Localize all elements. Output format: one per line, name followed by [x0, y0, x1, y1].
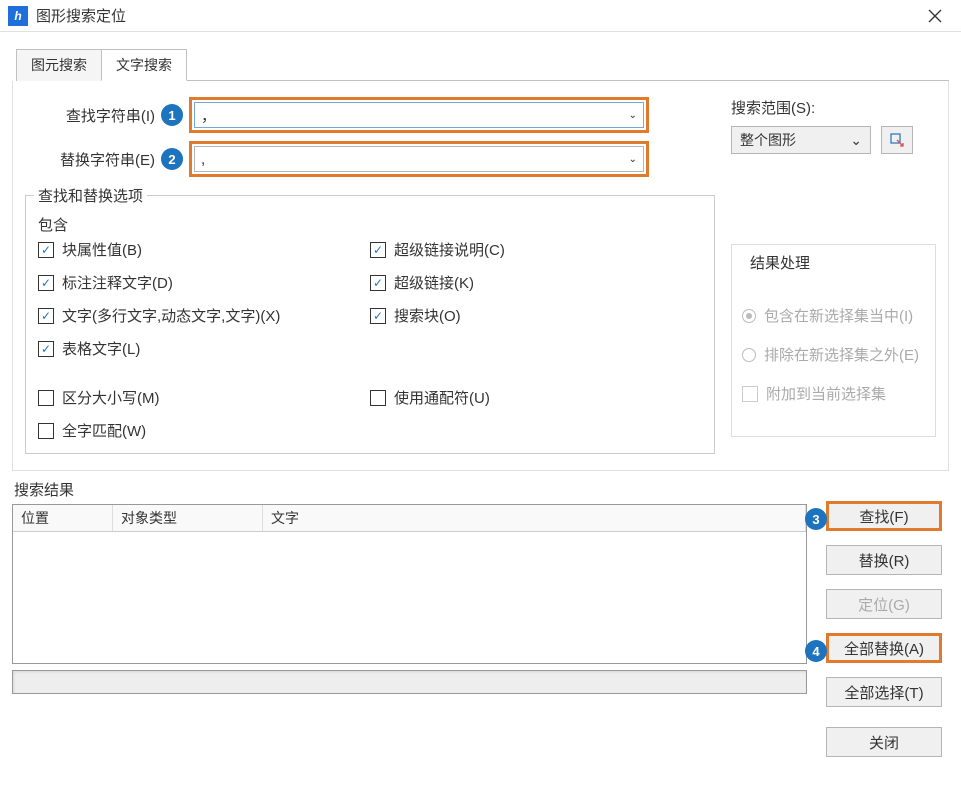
search-scope-select[interactable]: 整个图形 ⌄ — [731, 126, 871, 154]
search-scope-label: 搜索范围(S): — [731, 97, 936, 118]
results-table-header: 位置 对象类型 文字 — [13, 505, 806, 532]
find-string-highlight: ， ⌄ — [189, 97, 649, 133]
pick-objects-button[interactable] — [881, 126, 913, 154]
check-icon — [38, 390, 54, 406]
replace-string-value: , — [201, 151, 205, 168]
check-icon — [38, 308, 54, 324]
chevron-down-icon: ⌄ — [629, 110, 637, 121]
checkbox-hyperlink-desc[interactable]: 超级链接说明(C) — [370, 239, 702, 260]
checkbox-text-types[interactable]: 文字(多行文字,动态文字,文字)(X) — [38, 305, 370, 326]
search-scope-value: 整个图形 — [740, 130, 796, 150]
radio-exclude-new-set: 排除在新选择集之外(E) — [742, 344, 925, 365]
find-string-value: ， — [201, 105, 216, 126]
col-text[interactable]: 文字 — [263, 505, 806, 531]
result-processing-group: 结果处理 包含在新选择集当中(I) 排除在新选择集之外(E) 附加到当前选择集 — [731, 244, 936, 437]
checkbox-search-block[interactable]: 搜索块(O) — [370, 305, 702, 326]
checkbox-append-current-set: 附加到当前选择集 — [742, 383, 925, 404]
find-replace-options-group: 查找和替换选项 包含 块属性值(B) 标注注释文字(D) — [25, 185, 715, 454]
locate-button: 定位(G) — [826, 589, 942, 619]
annotation-badge-3: 3 — [805, 508, 827, 530]
chevron-down-icon: ⌄ — [629, 154, 637, 165]
check-icon — [742, 386, 758, 402]
annotation-badge-2: 2 — [161, 148, 183, 170]
replace-string-label: 替换字符串(E) — [25, 149, 155, 170]
check-icon — [38, 275, 54, 291]
radio-icon — [742, 309, 756, 323]
checkbox-hyperlink[interactable]: 超级链接(K) — [370, 272, 702, 293]
find-string-label: 查找字符串(I) — [25, 105, 155, 126]
checkbox-dim-text[interactable]: 标注注释文字(D) — [38, 272, 370, 293]
replace-string-combo[interactable]: , ⌄ — [194, 146, 644, 172]
pick-icon — [889, 132, 905, 148]
radio-icon — [742, 348, 756, 362]
close-button[interactable]: 关闭 — [826, 727, 942, 757]
results-table[interactable]: 位置 对象类型 文字 — [12, 504, 807, 664]
col-object-type[interactable]: 对象类型 — [113, 505, 263, 531]
checkbox-table-text[interactable]: 表格文字(L) — [38, 338, 370, 359]
result-proc-title: 结果处理 — [746, 252, 814, 273]
checkbox-wildcard[interactable]: 使用通配符(U) — [370, 387, 702, 408]
check-icon — [370, 242, 386, 258]
options-group-title: 查找和替换选项 — [34, 185, 147, 206]
check-icon — [38, 242, 54, 258]
select-all-button[interactable]: 全部选择(T) — [826, 677, 942, 707]
col-position[interactable]: 位置 — [13, 505, 113, 531]
status-bar — [12, 670, 807, 694]
close-icon — [928, 9, 942, 23]
contain-group: 包含 块属性值(B) 标注注释文字(D) — [38, 214, 702, 359]
window-title: 图形搜索定位 — [36, 5, 917, 26]
contain-group-title: 包含 — [34, 214, 72, 235]
checkbox-block-attr[interactable]: 块属性值(B) — [38, 239, 370, 260]
replace-all-button[interactable]: 4 全部替换(A) — [826, 633, 942, 663]
tab-bar: 图元搜索 文字搜索 — [16, 48, 949, 81]
check-icon — [38, 423, 54, 439]
checkbox-case-sensitive[interactable]: 区分大小写(M) — [38, 387, 370, 408]
results-label: 搜索结果 — [14, 479, 807, 500]
checkbox-whole-word[interactable]: 全字匹配(W) — [38, 420, 370, 441]
replace-string-highlight: , ⌄ — [189, 141, 649, 177]
check-icon — [370, 308, 386, 324]
find-button[interactable]: 3 查找(F) — [826, 501, 942, 531]
tab-text-search[interactable]: 文字搜索 — [101, 49, 187, 81]
annotation-badge-4: 4 — [805, 640, 827, 662]
check-icon — [370, 390, 386, 406]
chevron-down-icon: ⌄ — [850, 132, 862, 149]
radio-include-new-set: 包含在新选择集当中(I) — [742, 305, 925, 326]
check-icon — [370, 275, 386, 291]
app-icon: h — [8, 6, 28, 26]
close-window-button[interactable] — [917, 2, 953, 30]
annotation-badge-1: 1 — [161, 104, 183, 126]
find-string-combo[interactable]: ， ⌄ — [194, 102, 644, 128]
replace-button[interactable]: 替换(R) — [826, 545, 942, 575]
check-icon — [38, 341, 54, 357]
tab-primitive-search[interactable]: 图元搜索 — [16, 49, 102, 81]
